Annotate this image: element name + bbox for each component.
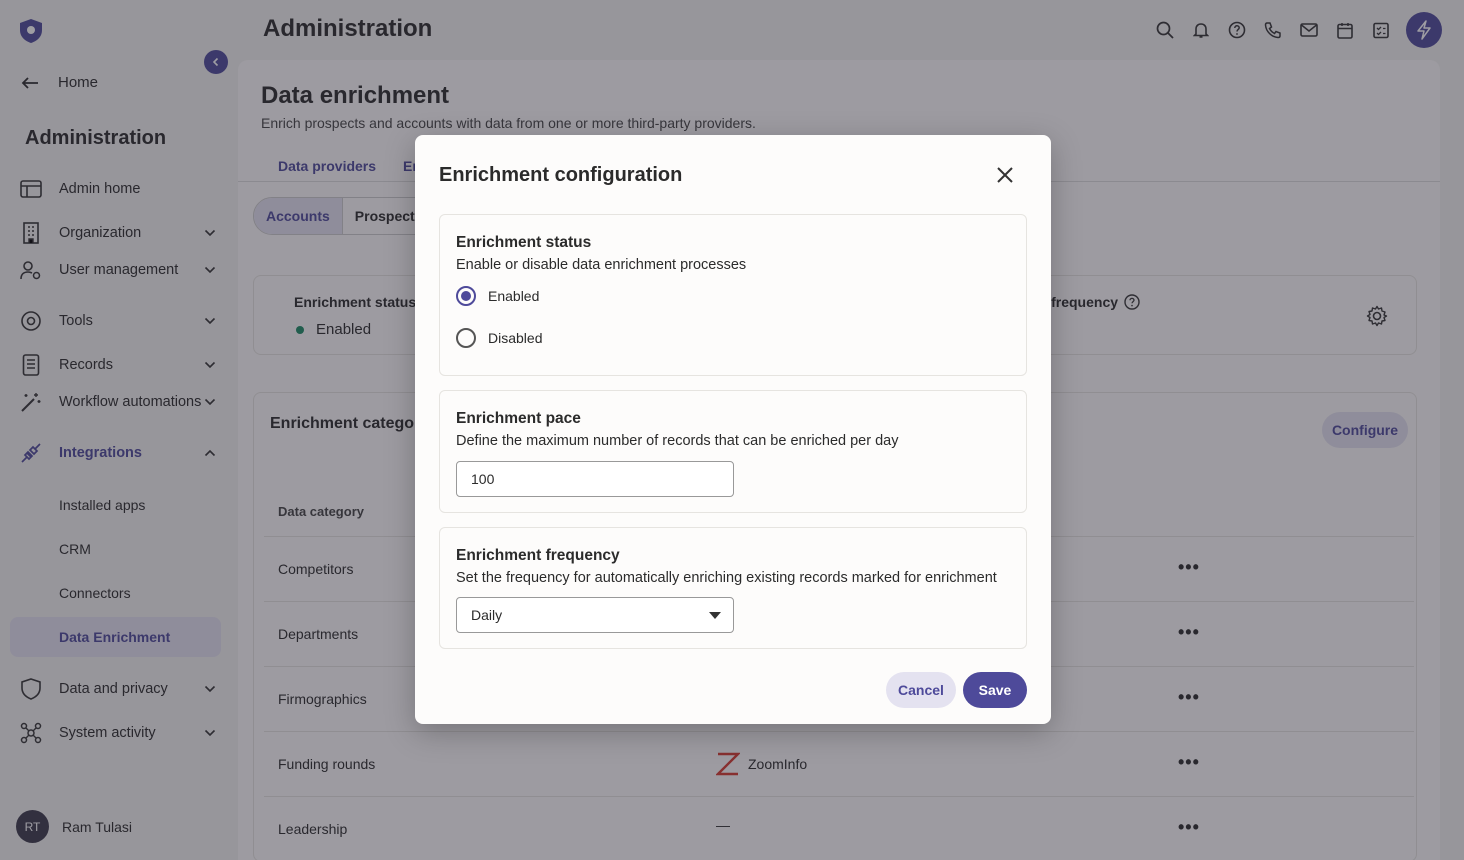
section-heading: Enrichment status	[456, 234, 592, 251]
section-description: Set the frequency for automatically enri…	[456, 570, 997, 586]
close-icon[interactable]	[995, 165, 1015, 185]
app-root: Home Administration Admin home Organizat…	[0, 0, 1464, 860]
radio-label: Disabled	[488, 330, 543, 346]
caret-down-icon	[709, 612, 721, 619]
radio-selected-icon	[456, 286, 476, 306]
pace-input[interactable]: 100	[456, 461, 734, 497]
section-description: Define the maximum number of records tha…	[456, 433, 899, 449]
section-heading: Enrichment frequency	[456, 547, 620, 564]
cancel-button[interactable]: Cancel	[886, 672, 956, 708]
dialog-title: Enrichment configuration	[439, 164, 683, 186]
radio-enabled[interactable]: Enabled	[456, 286, 539, 306]
radio-unselected-icon	[456, 328, 476, 348]
enrichment-status-section: Enrichment status Enable or disable data…	[439, 214, 1027, 376]
section-heading: Enrichment pace	[456, 410, 581, 427]
enrichment-configuration-dialog: Enrichment configuration Enrichment stat…	[415, 135, 1051, 724]
radio-disabled[interactable]: Disabled	[456, 328, 542, 348]
radio-label: Enabled	[488, 288, 540, 304]
enrichment-pace-section: Enrichment pace Define the maximum numbe…	[439, 390, 1027, 513]
enrichment-frequency-section: Enrichment frequency Set the frequency f…	[439, 527, 1027, 649]
save-button[interactable]: Save	[963, 672, 1027, 708]
section-description: Enable or disable data enrichment proces…	[456, 257, 747, 273]
frequency-select[interactable]: Daily	[456, 597, 734, 633]
frequency-selected-value: Daily	[471, 607, 503, 623]
